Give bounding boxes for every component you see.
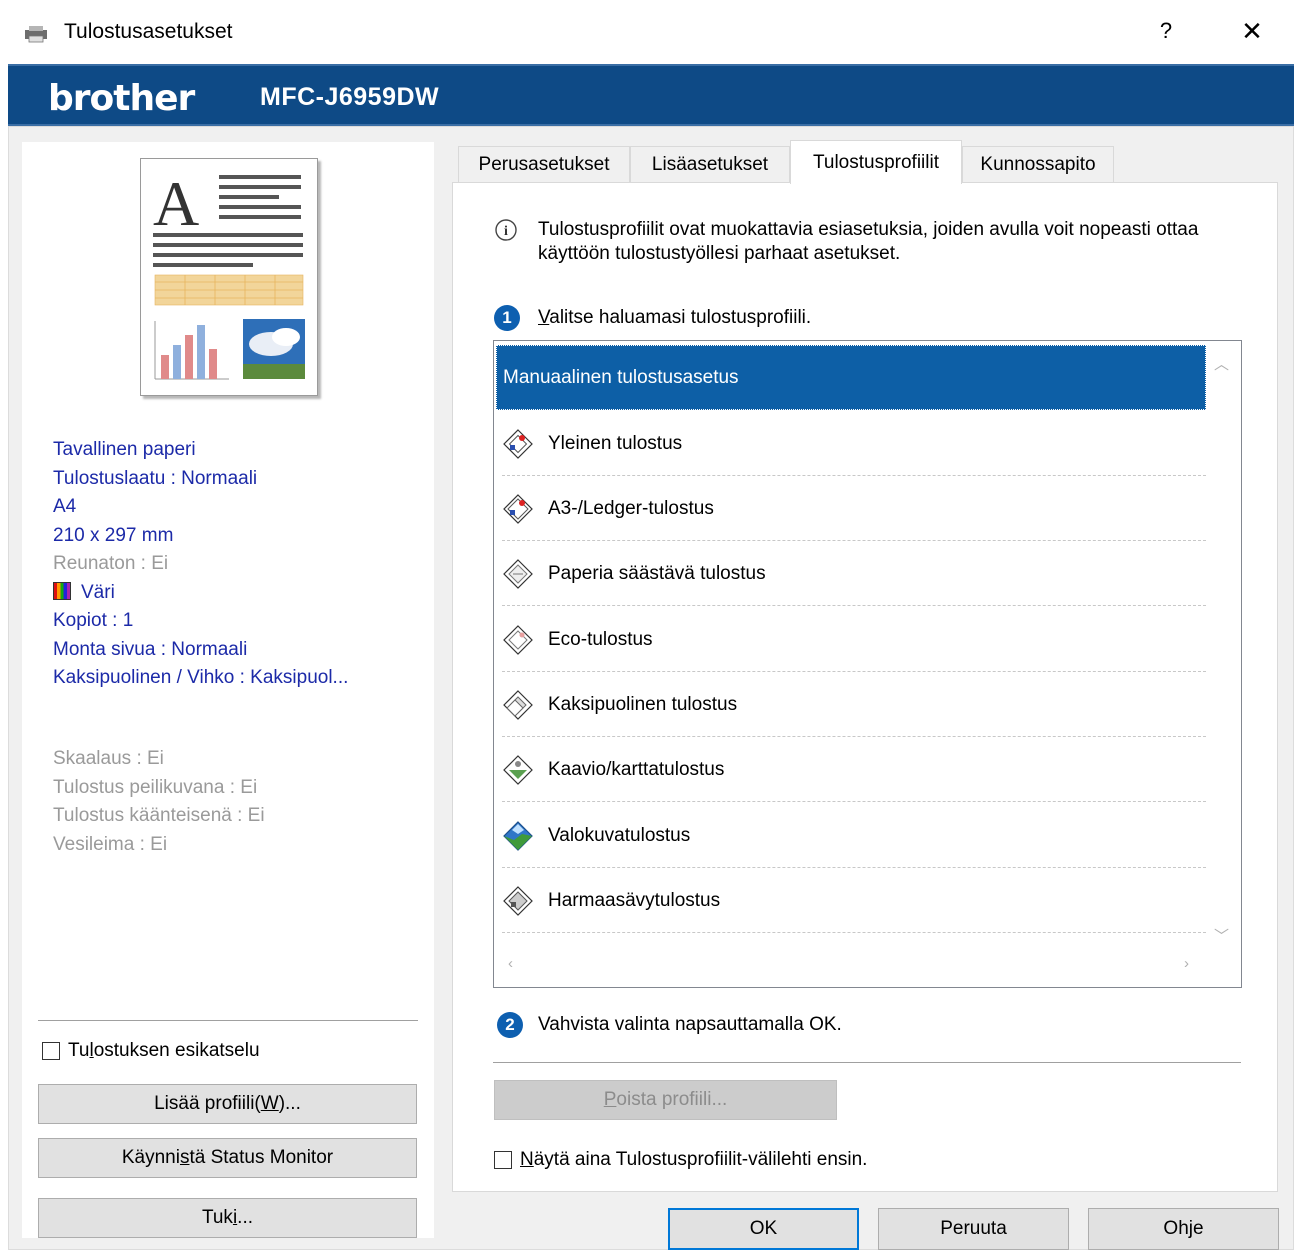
list-item-label: Manuaalinen tulostusasetus (503, 366, 739, 388)
duplex-print-icon (503, 689, 533, 720)
scroll-right-icon[interactable]: › (1184, 955, 1189, 972)
add-profile-button[interactable]: Lisää profiili(W)... (38, 1084, 417, 1124)
info-icon: i (495, 219, 517, 241)
list-item-label: A3-/Ledger-tulostus (548, 497, 714, 519)
list-separator (502, 605, 1206, 606)
printer-icon (25, 26, 47, 43)
profiles-description: Tulostusprofiilit ovat muokattavia esias… (538, 219, 1199, 264)
step-2-label: Vahvista valinta napsauttamalla OK. (538, 1014, 842, 1035)
paper-size-info: A4 (53, 496, 77, 517)
paper-dimensions-info: 210 x 297 mm (53, 524, 174, 546)
support-button[interactable]: Tuk i... (38, 1198, 417, 1238)
list-item-manual-settings[interactable]: Manuaalinen tulostusasetus (496, 345, 1206, 410)
list-item-photo-print[interactable]: Valokuvatulostus (496, 803, 1206, 868)
list-separator (502, 932, 1206, 933)
always-show-profiles-label: Näytä aina Tulostusprofiilit-välilehti e… (520, 1149, 868, 1170)
reverse-print-info: Tulostus käänteisenä : Ei (53, 805, 265, 826)
printer-model: MFC-J6959DW (260, 83, 440, 111)
list-item-a3-ledger[interactable]: A3-/Ledger-tulostus (496, 476, 1206, 541)
status-monitor-button[interactable]: Käynni s tä Status Monitor (38, 1138, 417, 1178)
svg-text:A: A (153, 168, 199, 239)
print-preview-checkbox-row[interactable]: Tulostuksen esikatselu (42, 1040, 260, 1062)
settings-summary: Tavallinen paperi Tulostuslaatu : Normaa… (53, 436, 423, 693)
cancel-button[interactable]: Peruuta (878, 1208, 1069, 1250)
step-2-badge: 2 (497, 1012, 523, 1038)
grayscale-print-icon (503, 885, 533, 916)
tab-basic-settings[interactable]: Perusasetukset (458, 146, 630, 182)
photo-print-icon (503, 820, 533, 851)
a3-ledger-print-icon (503, 493, 533, 524)
step-1-row: 1 Valitse haluamasi tulostusprofiili. (494, 305, 811, 331)
ok-button[interactable]: OK (668, 1208, 859, 1250)
print-preview-label: Tulostuksen esikatselu (68, 1040, 260, 1061)
eco-print-icon (503, 624, 533, 655)
color-mode-info: Väri (53, 579, 423, 608)
duplex-info: Kaksipuolinen / Vihko : Kaksipuol... (53, 667, 349, 688)
list-item-eco-print[interactable]: Eco-tulostus (496, 607, 1206, 672)
borderless-info: Reunaton : Ei (53, 553, 169, 574)
step-1-badge: 1 (494, 305, 520, 331)
list-item-duplex[interactable]: Kaksipuolinen tulostus (496, 672, 1206, 737)
color-mode-label: Väri (81, 581, 115, 603)
close-button[interactable]: ✕ (1238, 16, 1266, 47)
document-preview-icon: A (153, 168, 305, 380)
watermark-info: Vesileima : Ei (53, 833, 168, 855)
list-item-label: Yleinen tulostus (548, 432, 683, 454)
list-item-paper-saving[interactable]: Paperia säästävä tulostus (496, 541, 1206, 606)
brother-logo: brother (48, 78, 195, 119)
list-item-general-print[interactable]: Yleinen tulostus (496, 411, 1206, 476)
list-item-label: Kaksipuolinen tulostus (548, 693, 738, 715)
multiple-page-info: Monta sivua : Normaali (53, 638, 248, 660)
delete-profile-button[interactable]: Poista profiili... (494, 1080, 837, 1120)
list-item-label: Kaavio/karttatulostus (548, 758, 725, 780)
step-1-label: Valitse haluamasi tulostusprofiili. (538, 307, 812, 328)
profiles-list[interactable]: Manuaalinen tulostusasetus Yleinen tulos… (493, 340, 1242, 988)
color-mode-icon (53, 581, 71, 600)
list-item-chart-map[interactable]: Kaavio/karttatulostus (496, 737, 1206, 802)
page-preview-thumbnail: A (140, 158, 318, 396)
disabled-settings-summary: Skaalaus : Ei Tulostus peilikuvana : Ei … (53, 745, 423, 859)
brand-bar: brother MFC-J6959DW (8, 64, 1294, 126)
mirror-print-info: Tulostus peilikuvana : Ei (53, 776, 258, 798)
paper-saving-icon (503, 558, 533, 589)
print-quality-info: Tulostuslaatu : Normaali (53, 467, 258, 489)
chart-map-print-icon (503, 754, 533, 785)
list-item-label: Paperia säästävä tulostus (548, 562, 766, 584)
paper-type-info: Tavallinen paperi (53, 439, 196, 460)
title-bar: Tulostusasetukset ? ✕ (0, 0, 1302, 64)
copies-info: Kopiot : 1 (53, 610, 134, 631)
list-item-label: Valokuvatulostus (548, 824, 691, 846)
list-separator (502, 801, 1206, 802)
tab-advanced-settings[interactable]: Lisäasetukset (630, 146, 790, 182)
always-show-profiles-checkbox[interactable] (494, 1151, 512, 1169)
step-2-row: 2 Vahvista valinta napsauttamalla OK. (497, 1012, 842, 1038)
scroll-down-icon[interactable]: ﹀ (1214, 925, 1229, 946)
print-preview-checkbox[interactable] (42, 1042, 60, 1060)
tab-maintenance[interactable]: Kunnossapito (962, 146, 1114, 182)
general-print-icon (503, 428, 533, 459)
svg-text:i: i (504, 224, 508, 239)
always-show-checkbox-row[interactable]: Näytä aina Tulostusprofiilit-välilehti e… (494, 1149, 867, 1171)
left-panel-divider (38, 1020, 418, 1021)
tab-print-profiles[interactable]: Tulostusprofiilit (790, 140, 962, 184)
help-button[interactable]: ? (1155, 18, 1177, 44)
list-item-label: Harmaasävytulostus (548, 889, 721, 911)
scroll-up-icon[interactable]: ︿ (1214, 353, 1229, 374)
window-title: Tulostusasetukset (64, 20, 233, 43)
scroll-left-icon[interactable]: ‹ (508, 955, 513, 972)
scaling-info: Skaalaus : Ei (53, 748, 164, 769)
panel-divider (493, 1062, 1241, 1063)
list-item-grayscale[interactable]: Harmaasävytulostus (496, 868, 1206, 933)
help-footer-button[interactable]: Ohje (1088, 1208, 1279, 1250)
list-item-label: Eco-tulostus (548, 628, 653, 650)
